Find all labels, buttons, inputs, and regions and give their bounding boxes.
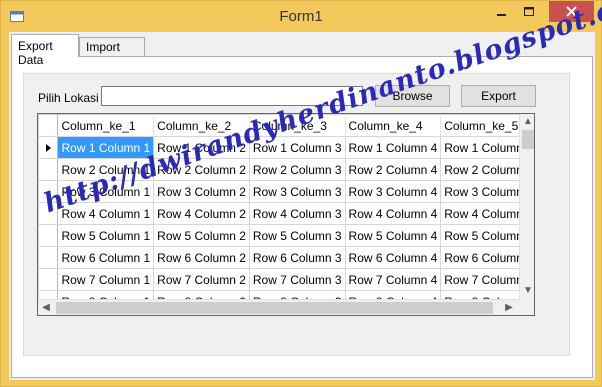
table-row[interactable]: Row 5 Column 1 Row 5 Column 2 Row 5 Column… [38,224,534,247]
grid-cell[interactable]: Row 4 Column 3 [248,202,346,225]
column-header[interactable]: Column_ke_4 [344,114,442,137]
grid-cell[interactable]: Row 5 Column 3 [248,224,346,247]
row-pointer-icon [45,144,51,153]
scrollbar-corner [519,299,534,315]
tab-export-data[interactable]: Export Data [11,34,79,67]
grid-cell[interactable]: Row 7 Column 4 [344,268,442,291]
export-button[interactable]: Export [461,85,536,107]
scroll-right-icon[interactable]: ▶ [501,300,517,315]
column-header[interactable]: Column_ke_1 [57,114,155,137]
grid-cell[interactable]: Row 3 Column 3 [248,180,346,203]
grid-cell[interactable]: Row 6 Column 1 [57,246,155,269]
grid-cell[interactable]: Row 7 Column 1 [57,268,155,291]
grid-cell[interactable]: Row 5 Column 1 [57,224,155,247]
grid-cell[interactable]: Row 2 Column 3 [248,158,346,181]
grid-cell[interactable]: Row 6 Column 2 [153,246,250,269]
grid-cell[interactable]: Row 1 Column 4 [344,136,442,159]
row-header[interactable] [38,246,59,269]
vertical-scroll-thumb[interactable] [522,130,534,149]
grid-cell[interactable]: Row 7 Column 3 [248,268,346,291]
horizontal-scroll-thumb[interactable] [56,302,493,314]
tab-import-data[interactable]: Import Data [79,37,145,68]
grid-cell[interactable]: Row 4 Column 4 [344,202,442,225]
grid-corner-header[interactable] [38,114,59,137]
grid-cell[interactable]: Row 7 Column 2 [153,268,250,291]
table-row[interactable]: Row 6 Column 1 Row 6 Column 2 Row 6 Column… [38,246,534,269]
row-header[interactable] [38,268,59,291]
minimize-button[interactable] [488,1,514,22]
grid-cell[interactable]: Row 4 Column 2 [153,202,250,225]
row-header[interactable] [38,224,59,247]
grid-cell[interactable]: Row 5 Column 2 [153,224,250,247]
row-header[interactable] [38,158,59,181]
vertical-scrollbar[interactable]: ▲ ▼ [519,114,534,299]
table-row[interactable]: Row 7 Column 1 Row 7 Column 2 Row 7 Column… [38,268,534,291]
row-header[interactable] [38,136,59,159]
table-row[interactable]: Row 4 Column 1 Row 4 Column 2 Row 4 Column… [38,202,534,225]
data-grid[interactable]: Column_ke_1 Column_ke_2 Column_ke_3 Colu… [37,113,535,316]
grid-cell[interactable]: Row 6 Column 4 [344,246,442,269]
grid-cell[interactable]: Row 5 Column 4 [344,224,442,247]
scroll-up-icon[interactable]: ▲ [520,114,534,130]
scroll-left-icon[interactable]: ◀ [38,300,54,315]
horizontal-scrollbar[interactable]: ◀ ▶ [38,299,519,315]
scroll-down-icon[interactable]: ▼ [520,283,534,299]
table-row[interactable]: Row 1 Column 1 Row 1 Column 2 Row 1 Column… [38,136,534,159]
grid-cell[interactable]: Row 3 Column 4 [344,180,442,203]
form-client-area: Import Data Export Data Pilih Lokasi Bro… [9,32,595,380]
grid-table: Column_ke_1 Column_ke_2 Column_ke_3 Colu… [38,114,534,313]
grid-cell[interactable]: Row 6 Column 3 [248,246,346,269]
minimize-icon [497,14,506,16]
grid-cell[interactable]: Row 3 Column 2 [153,180,250,203]
grid-cell[interactable]: Row 2 Column 4 [344,158,442,181]
location-label: Pilih Lokasi [38,91,99,105]
